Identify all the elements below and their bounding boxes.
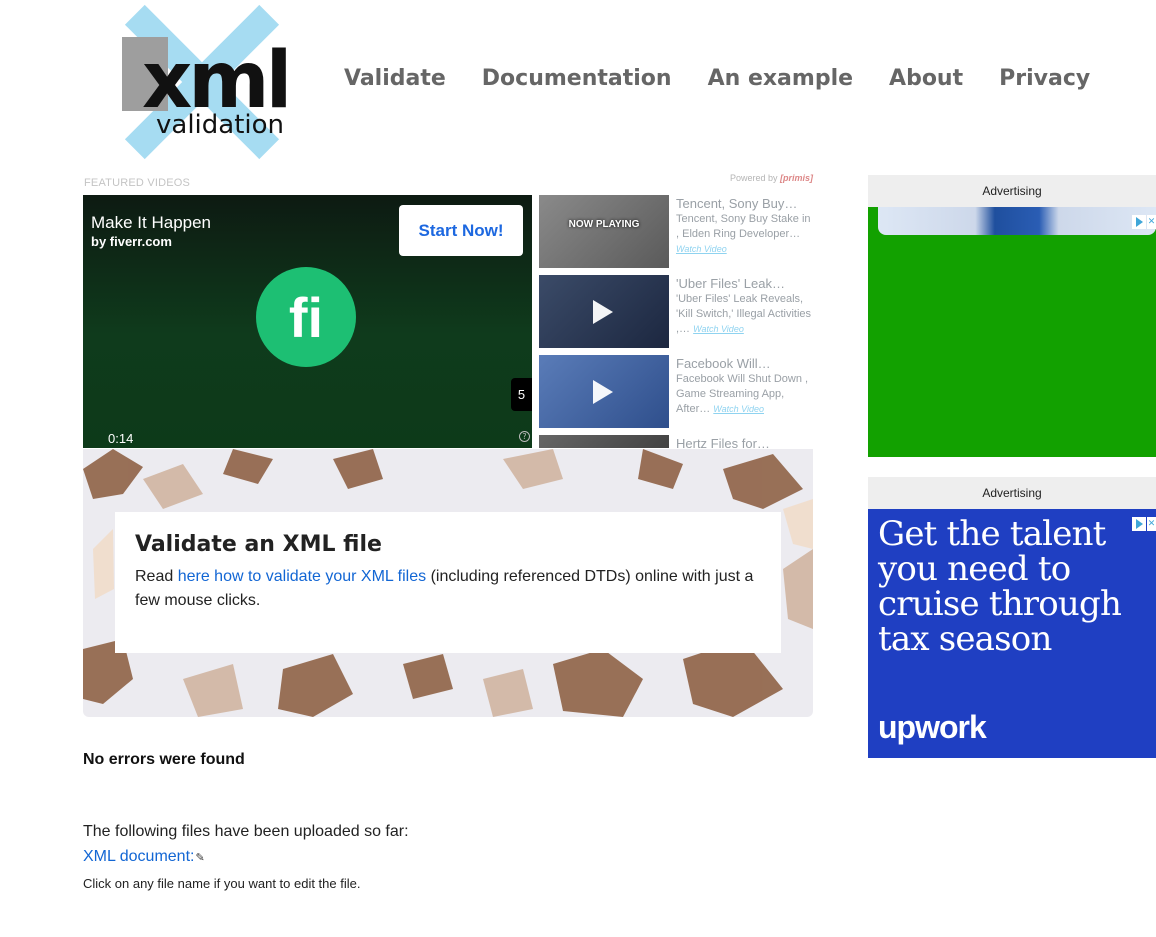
close-ad-icon[interactable]: ✕ bbox=[1147, 517, 1156, 531]
hero-text-before: Read bbox=[135, 568, 178, 585]
video-time: 0:14 bbox=[108, 431, 134, 446]
playlist-item-title[interactable]: Tencent, Sony Buy… bbox=[676, 196, 813, 211]
start-now-button[interactable]: Start Now! bbox=[399, 205, 523, 256]
playlist-item-desc: Tencent, Sony Buy Stake in , Elden Ring … bbox=[676, 213, 811, 240]
nav-an-example[interactable]: An example bbox=[708, 66, 853, 91]
ad-1-image bbox=[878, 207, 1156, 235]
powered-by-text: Powered by bbox=[729, 173, 778, 183]
playlist-item-title[interactable]: 'Uber Files' Leak… bbox=[676, 276, 813, 291]
nav-privacy[interactable]: Privacy bbox=[999, 66, 1090, 91]
watch-video-link[interactable]: Watch Video bbox=[693, 324, 744, 334]
logo-graphic: xml validation bbox=[122, 4, 292, 160]
video-subtitle: by fiverr.com bbox=[91, 234, 172, 249]
advertising-label: Advertising bbox=[868, 175, 1156, 207]
help-icon[interactable]: ? bbox=[519, 431, 530, 442]
advertisement-1: Advertising ✕ bbox=[868, 175, 1156, 457]
site-logo[interactable]: xml validation bbox=[100, 3, 305, 161]
featured-videos-header: FEATURED VIDEOS Powered by [primis] bbox=[84, 173, 813, 192]
playlist-item[interactable]: 'Uber Files' Leak… 'Uber Files' Leak Rev… bbox=[539, 275, 813, 348]
how-to-validate-link[interactable]: here how to validate your XML files bbox=[178, 568, 426, 585]
play-icon bbox=[593, 300, 613, 324]
nav-documentation[interactable]: Documentation bbox=[482, 66, 672, 91]
nav-about[interactable]: About bbox=[889, 66, 963, 91]
playlist-item[interactable]: Hertz Files for… bbox=[539, 435, 813, 448]
video-player[interactable]: Make It Happen by fiverr.com Start Now! … bbox=[83, 195, 532, 448]
playlist-item-title[interactable]: Hertz Files for… bbox=[676, 436, 813, 448]
advertisement-2: Advertising Get the talent you need to c… bbox=[868, 477, 1156, 758]
hero-banner: Validate an XML file Read here how to va… bbox=[83, 449, 813, 717]
watch-video-link[interactable]: Watch Video bbox=[676, 244, 727, 254]
edit-hint: Click on any file name if you want to ed… bbox=[83, 876, 361, 891]
adchoices-icon[interactable] bbox=[1132, 517, 1146, 531]
ad-2-headline: Get the talent you need to cruise throug… bbox=[878, 514, 1122, 659]
nav-validate[interactable]: Validate bbox=[344, 66, 446, 91]
now-playing-label: NOW PLAYING bbox=[568, 219, 640, 230]
powered-by[interactable]: Powered by [primis] bbox=[730, 173, 813, 183]
video-thumbnail[interactable] bbox=[539, 435, 669, 448]
playlist-item[interactable]: Facebook Will… Facebook Will Shut Down ,… bbox=[539, 355, 813, 428]
featured-videos-label: FEATURED VIDEOS bbox=[84, 177, 191, 189]
close-ad-icon[interactable]: ✕ bbox=[1147, 215, 1156, 229]
video-title: Make It Happen bbox=[91, 213, 212, 232]
ad-1-body[interactable]: ✕ bbox=[868, 207, 1156, 457]
main-nav: Validate Documentation An example About … bbox=[344, 66, 1090, 91]
upwork-logo: upwork bbox=[878, 709, 987, 745]
watch-video-link[interactable]: Watch Video bbox=[713, 404, 764, 414]
skip-countdown[interactable]: 5 bbox=[511, 378, 532, 411]
advertising-label: Advertising bbox=[868, 477, 1156, 509]
ad-2-body[interactable]: Get the talent you need to cruise throug… bbox=[868, 509, 1156, 758]
powered-brand: primis bbox=[782, 173, 810, 183]
hero-heading: Validate an XML file bbox=[135, 532, 382, 557]
video-thumbnail[interactable]: NOW PLAYING bbox=[539, 195, 669, 268]
video-thumbnail[interactable] bbox=[539, 275, 669, 348]
xml-document-link[interactable]: XML document:✎ bbox=[83, 848, 205, 866]
pencil-icon: ✎ bbox=[195, 852, 205, 864]
hero-card: Validate an XML file Read here how to va… bbox=[115, 512, 781, 653]
video-playlist: NOW PLAYING Tencent, Sony Buy… Tencent, … bbox=[539, 195, 813, 448]
hero-text: Read here how to validate your XML files… bbox=[135, 565, 761, 613]
play-icon bbox=[593, 380, 613, 404]
uploaded-files-label: The following files have been uploaded s… bbox=[83, 823, 409, 840]
playlist-item[interactable]: NOW PLAYING Tencent, Sony Buy… Tencent, … bbox=[539, 195, 813, 268]
adchoices-icon[interactable] bbox=[1132, 215, 1146, 229]
video-thumbnail[interactable] bbox=[539, 355, 669, 428]
logo-subtext: validation bbox=[156, 110, 284, 140]
playlist-item-title[interactable]: Facebook Will… bbox=[676, 356, 813, 371]
xml-document-label: XML document: bbox=[83, 848, 195, 865]
validation-status: No errors were found bbox=[83, 751, 245, 768]
fiverr-logo: fi bbox=[256, 267, 356, 367]
